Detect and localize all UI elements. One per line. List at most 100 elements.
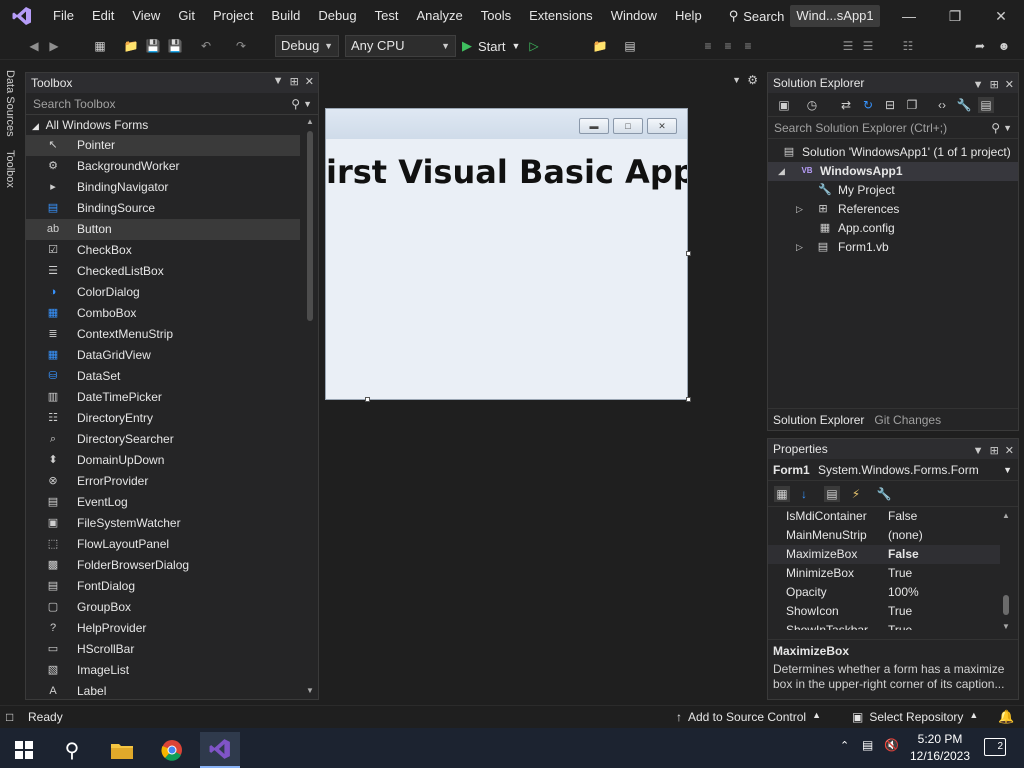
property-value[interactable]: 100%	[888, 583, 919, 602]
taskbar-clock[interactable]: 5:20 PM 12/16/2023	[905, 731, 975, 765]
menu-build[interactable]: Build	[262, 0, 309, 32]
tab-list-icon[interactable]: ▼	[732, 75, 741, 85]
window-position-icon[interactable]: ▼	[973, 75, 984, 95]
folder-icon[interactable]: 📁	[592, 38, 608, 54]
property-pages-icon[interactable]: 🔧	[876, 486, 892, 502]
feedback-icon[interactable]: ☻	[996, 38, 1012, 54]
minimize-button[interactable]: —	[886, 0, 932, 32]
data-sources-tab[interactable]: Data Sources	[4, 70, 16, 137]
save-all-icon[interactable]: 💾	[167, 38, 183, 54]
property-value[interactable]: True	[888, 564, 912, 583]
pin-icon[interactable]: ⊞	[990, 75, 999, 95]
window-position-icon[interactable]: ▼	[273, 75, 284, 88]
collapse-all-icon[interactable]: ⊟	[882, 97, 898, 113]
show-all-files-icon[interactable]: ❐	[904, 97, 920, 113]
solution-explorer-search-input[interactable]: Search Solution Explorer (Ctrl+;) ⚲ ▼	[768, 117, 1018, 139]
notifications-bell-icon[interactable]: 🔔	[998, 709, 1014, 725]
toolbox-item-hscrollbar[interactable]: ▭ HScrollBar	[26, 639, 300, 660]
property-row[interactable]: ShowInTaskbar True	[768, 621, 1000, 630]
toolbox-item-groupbox[interactable]: ▢ GroupBox	[26, 597, 300, 618]
close-button[interactable]: ✕	[978, 0, 1024, 32]
toolbox-item-helpprovider[interactable]: ? HelpProvider	[26, 618, 300, 639]
tree-form1[interactable]: ▷ ▤ Form1.vb	[768, 238, 1018, 257]
tree-references[interactable]: ▷ ⊞ References	[768, 200, 1018, 219]
property-row[interactable]: MinimizeBox True	[768, 564, 1000, 583]
menu-debug[interactable]: Debug	[309, 0, 365, 32]
close-icon[interactable]: ✕	[1005, 75, 1014, 95]
scroll-up-icon[interactable]: ▲	[1002, 511, 1010, 520]
toolbox-item-directorysearcher[interactable]: ⌕ DirectorySearcher	[26, 429, 300, 450]
toolbox-item-dataset[interactable]: ⛁ DataSet	[26, 366, 300, 387]
spacing-icon[interactable]: ☰	[860, 38, 876, 54]
property-value[interactable]: False	[888, 545, 919, 564]
new-project-icon[interactable]: ▦	[92, 38, 108, 54]
properties-icon[interactable]: ▤	[824, 486, 840, 502]
open-folder-icon[interactable]: 📁	[123, 38, 139, 54]
toolbox-item-colordialog[interactable]: ◑ ColorDialog	[26, 282, 300, 303]
align-right-icon[interactable]: ≡	[740, 38, 756, 54]
form1-window[interactable]: ▬ □ ✕ irst Visual Basic App!	[325, 108, 688, 400]
object-selector[interactable]: Form1 System.Windows.Forms.Form ▼	[768, 459, 1018, 481]
switch-views-icon[interactable]: ▣	[776, 97, 792, 113]
show-hidden-icons-icon[interactable]: ⌃	[840, 739, 849, 752]
gear-icon[interactable]: ⚙	[747, 73, 758, 87]
pin-icon[interactable]: ⊞	[990, 441, 999, 461]
toolbox-group-all-windows-forms[interactable]: ◢ All Windows Forms	[26, 115, 318, 135]
refresh-icon[interactable]: ↻	[860, 97, 876, 113]
start-without-debugging-icon[interactable]: ▷	[526, 38, 542, 54]
alphabetical-icon[interactable]: ↓	[796, 486, 812, 502]
tree-solution[interactable]: ▤ Solution 'WindowsApp1' (1 of 1 project…	[768, 143, 1018, 162]
visual-studio-logo-icon[interactable]	[0, 0, 44, 32]
toolbox-item-button[interactable]: ab Button	[26, 219, 300, 240]
scroll-up-icon[interactable]: ▲	[306, 117, 314, 126]
toolbox-item-fontdialog[interactable]: ▤ FontDialog	[26, 576, 300, 597]
property-value[interactable]: True	[888, 602, 912, 621]
property-value[interactable]: (none)	[888, 526, 923, 545]
menu-test[interactable]: Test	[366, 0, 408, 32]
close-icon[interactable]: ✕	[305, 75, 314, 88]
property-row[interactable]: IsMdiContainer False	[768, 507, 1000, 526]
close-icon[interactable]: ✕	[1005, 441, 1014, 461]
toolbox-item-domainupdown[interactable]: ⬍ DomainUpDown	[26, 450, 300, 471]
forward-icon[interactable]: ▶	[46, 38, 62, 54]
toolbox-item-pointer[interactable]: ↖ Pointer	[26, 135, 300, 156]
toolbox-tab[interactable]: Toolbox	[4, 150, 16, 188]
scroll-down-icon[interactable]: ▼	[306, 686, 314, 695]
select-repository-button[interactable]: ▣ Select Repository ▲	[852, 710, 978, 724]
property-value[interactable]: False	[888, 507, 917, 526]
file-explorer-icon[interactable]	[102, 732, 142, 768]
toolbox-item-filesystemwatcher[interactable]: ▣ FileSystemWatcher	[26, 513, 300, 534]
menu-extensions[interactable]: Extensions	[520, 0, 602, 32]
toolbox-item-contextmenustrip[interactable]: ≣ ContextMenuStrip	[26, 324, 300, 345]
toolbox-item-datagridview[interactable]: ▦ DataGridView	[26, 345, 300, 366]
add-to-source-control-button[interactable]: ↑ Add to Source Control ▲	[676, 710, 821, 724]
menu-tools[interactable]: Tools	[472, 0, 520, 32]
save-icon[interactable]: 💾	[145, 38, 161, 54]
window-title[interactable]: Wind...sApp1	[790, 5, 880, 27]
events-icon[interactable]: ⚡	[848, 486, 864, 502]
tree-my-project[interactable]: 🔧 My Project	[768, 181, 1018, 200]
properties-wrench-icon[interactable]: 🔧	[956, 97, 972, 113]
properties-scrollbar[interactable]: ▲ ▼	[1000, 511, 1012, 631]
expand-icon[interactable]: ▷	[796, 200, 803, 219]
toolbox-item-directoryentry[interactable]: ☷ DirectoryEntry	[26, 408, 300, 429]
volume-muted-icon[interactable]: 🔇	[884, 738, 899, 752]
network-icon[interactable]: ▤	[862, 738, 873, 752]
start-debugging-button[interactable]: ▶ Start ▼	[462, 35, 520, 57]
toolbox-search-input[interactable]: Search Toolbox ⚲ ▼	[26, 93, 318, 115]
menu-git[interactable]: Git	[169, 0, 204, 32]
spacing-icon[interactable]: ☰	[840, 38, 856, 54]
windows-start-icon[interactable]	[4, 732, 44, 768]
scrollbar-thumb[interactable]	[1003, 595, 1009, 615]
search-icon[interactable]: ⚲	[52, 732, 92, 768]
collapse-icon[interactable]: ◢	[778, 162, 785, 181]
resize-handle[interactable]	[365, 397, 370, 402]
menu-file[interactable]: File	[44, 0, 83, 32]
tab-solution-explorer[interactable]: Solution Explorer	[768, 409, 870, 430]
align-center-icon[interactable]: ≡	[720, 38, 736, 54]
pin-icon[interactable]: ⊞	[290, 75, 299, 88]
scrollbar-thumb[interactable]	[307, 131, 313, 321]
view-code-icon[interactable]: ‹›	[934, 97, 950, 113]
sync-icon[interactable]: ⇄	[838, 97, 854, 113]
property-row[interactable]: MainMenuStrip (none)	[768, 526, 1000, 545]
